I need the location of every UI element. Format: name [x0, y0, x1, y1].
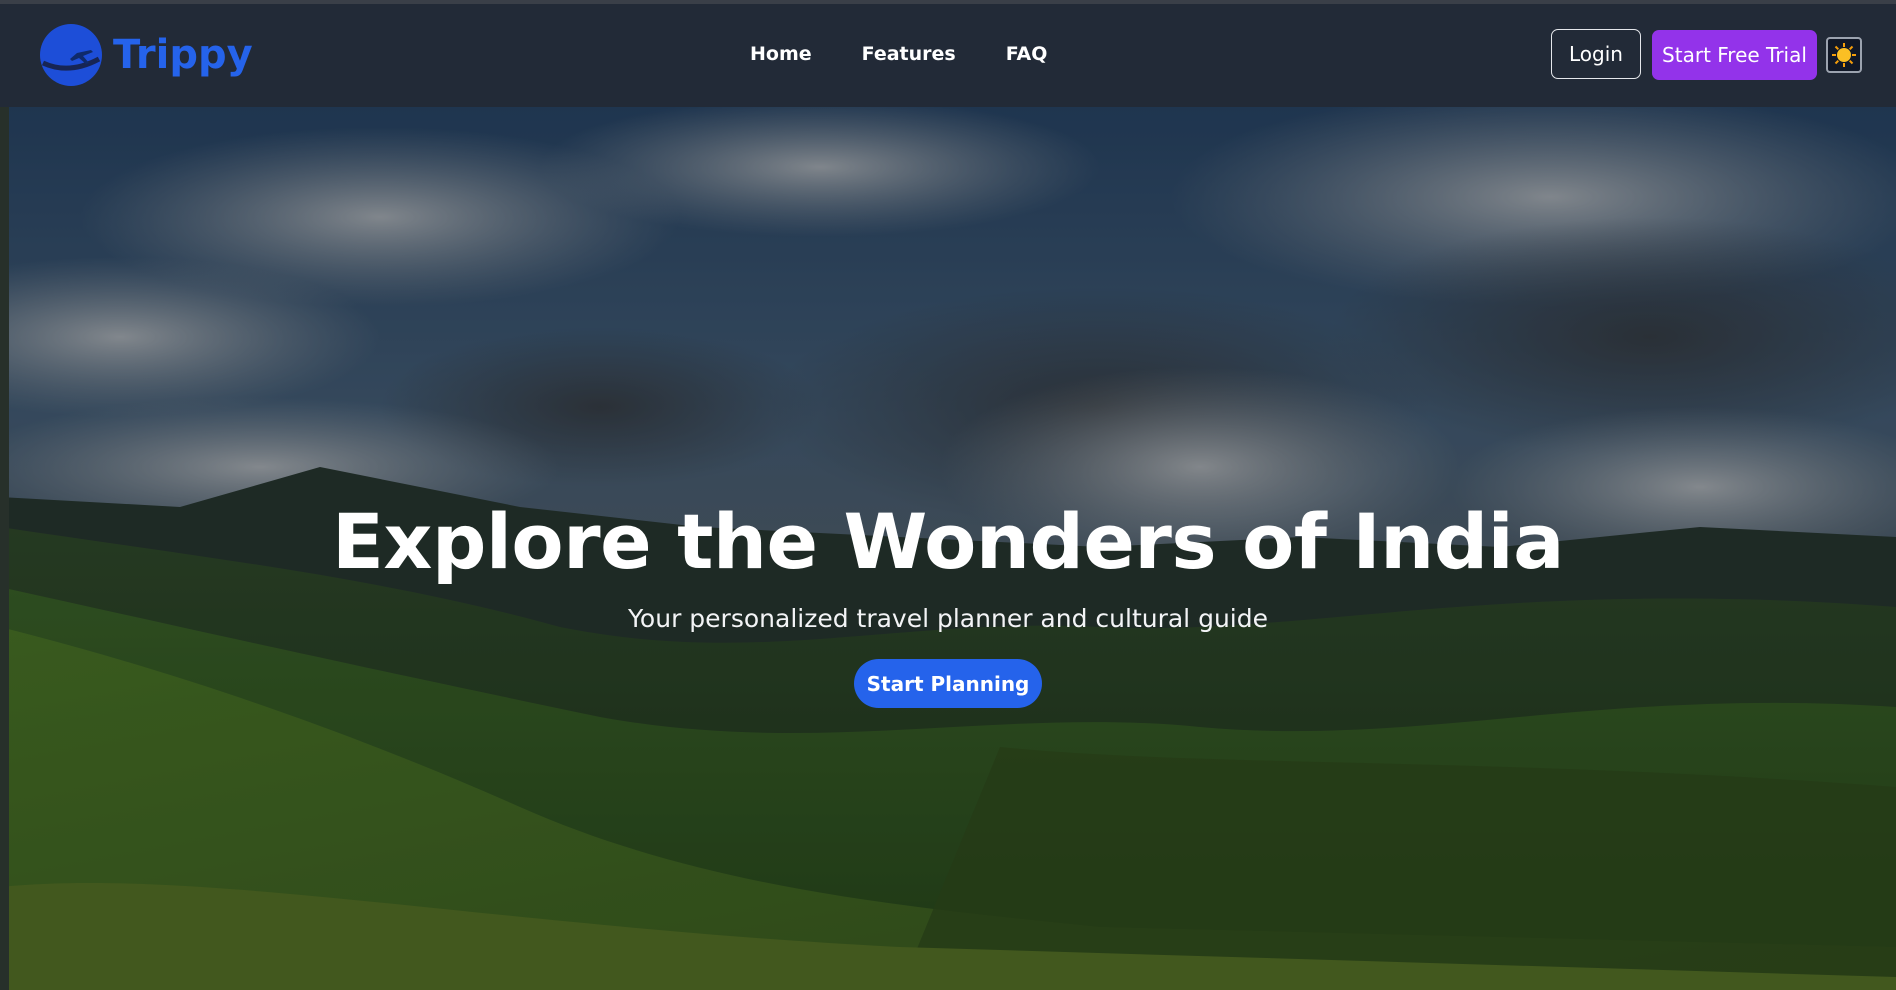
login-button[interactable]: Login	[1551, 29, 1641, 79]
start-planning-button[interactable]: Start Planning	[854, 659, 1042, 708]
hero-title: Explore the Wonders of India	[332, 497, 1564, 586]
sun-icon	[1832, 43, 1856, 67]
nav-link-features[interactable]: Features	[862, 43, 956, 65]
navbar: Trippy Home Features FAQ Login Start Fre…	[0, 4, 1896, 107]
nav-link-home[interactable]: Home	[750, 43, 812, 65]
theme-toggle-button[interactable]	[1826, 37, 1862, 73]
start-free-trial-button[interactable]: Start Free Trial	[1652, 30, 1817, 80]
nav-link-faq[interactable]: FAQ	[1006, 43, 1048, 65]
hero-section: Explore the Wonders of India Your person…	[0, 107, 1896, 990]
globe-airplane-icon	[40, 24, 102, 86]
main-nav: Home Features FAQ	[750, 43, 1047, 65]
hero-subtitle: Your personalized travel planner and cul…	[627, 604, 1268, 633]
brand-logo[interactable]: Trippy	[39, 23, 253, 87]
hero-content: Explore the Wonders of India Your person…	[0, 497, 1896, 708]
brand-name: Trippy	[113, 32, 253, 78]
